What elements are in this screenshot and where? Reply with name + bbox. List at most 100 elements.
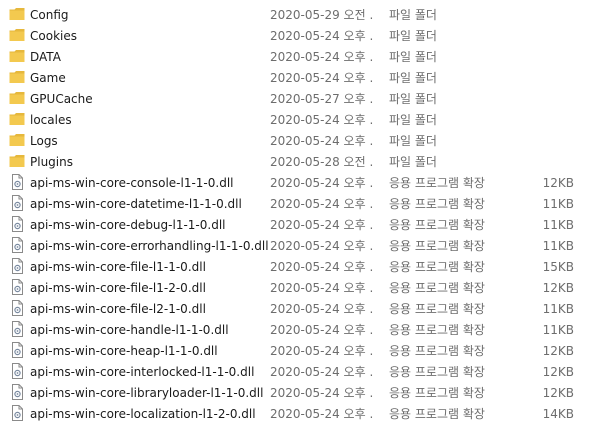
dll-file-icon — [9, 279, 25, 295]
file-name: Plugins — [30, 154, 73, 169]
file-type: 응용 프로그램 확장 — [389, 281, 485, 295]
file-type: 응용 프로그램 확장 — [389, 323, 485, 337]
file-type: 파일 폴더 — [389, 134, 437, 148]
file-name: Logs — [30, 133, 58, 148]
file-size: 12KB — [542, 175, 574, 190]
file-name: Config — [30, 7, 69, 22]
modified-date: 2020-05-24 오후 ... — [270, 407, 374, 421]
file-size: 11KB — [542, 301, 574, 316]
file-size: 12KB — [542, 385, 574, 400]
file-type: 파일 폴더 — [389, 50, 437, 64]
file-type: 응용 프로그램 확장 — [389, 176, 485, 190]
file-size: 12KB — [542, 280, 574, 295]
dll-file-icon — [9, 405, 25, 421]
file-type: 파일 폴더 — [389, 71, 437, 85]
file-row[interactable]: api-ms-win-core-file-l2-1-0.dll 2020-05-2… — [0, 298, 616, 319]
file-row[interactable]: api-ms-win-core-datetime-l1-1-0.dll 2020-… — [0, 193, 616, 214]
modified-date: 2020-05-29 오전 ... — [270, 8, 374, 22]
file-row[interactable]: api-ms-win-core-localization-l1-2-0.dll 2… — [0, 403, 616, 424]
file-row[interactable]: api-ms-win-core-handle-l1-1-0.dll 2020-05… — [0, 319, 616, 340]
file-name: api-ms-win-core-file-l1-1-0.dll — [30, 259, 206, 274]
modified-date: 2020-05-24 오후 ... — [270, 386, 374, 400]
folder-row[interactable]: Game 2020-05-24 오후 ... 파일 폴더 — [0, 67, 616, 88]
file-name: api-ms-win-core-debug-l1-1-0.dll — [30, 217, 226, 232]
file-type: 파일 폴더 — [389, 29, 437, 43]
file-size: 12KB — [542, 364, 574, 379]
dll-file-icon — [9, 237, 25, 253]
file-row[interactable]: api-ms-win-core-file-l1-2-0.dll 2020-05-2… — [0, 277, 616, 298]
file-size: 11KB — [542, 322, 574, 337]
file-size: 11KB — [542, 238, 574, 253]
file-row[interactable]: api-ms-win-core-libraryloader-l1-1-0.dll… — [0, 382, 616, 403]
folder-row[interactable]: Logs 2020-05-24 오후 ... 파일 폴더 — [0, 130, 616, 151]
modified-date: 2020-05-24 오후 ... — [270, 134, 374, 148]
modified-date: 2020-05-24 오후 ... — [270, 71, 374, 85]
file-size: 11KB — [542, 196, 574, 211]
modified-date: 2020-05-24 오후 ... — [270, 176, 374, 190]
modified-date: 2020-05-24 오후 ... — [270, 260, 374, 274]
file-name: api-ms-win-core-datetime-l1-1-0.dll — [30, 196, 242, 211]
modified-date: 2020-05-24 오후 ... — [270, 302, 374, 316]
folder-icon — [9, 154, 25, 168]
folder-row[interactable]: DATA 2020-05-24 오후 ... 파일 폴더 — [0, 46, 616, 67]
file-size: 14KB — [542, 406, 574, 421]
file-row[interactable]: api-ms-win-core-debug-l1-1-0.dll 2020-05-… — [0, 214, 616, 235]
file-name: api-ms-win-core-file-l1-2-0.dll — [30, 280, 206, 295]
file-type: 응용 프로그램 확장 — [389, 386, 485, 400]
file-name: GPUCache — [30, 91, 93, 106]
folder-icon — [9, 112, 25, 126]
dll-file-icon — [9, 258, 25, 274]
file-size: 12KB — [542, 343, 574, 358]
modified-date: 2020-05-28 오전 ... — [270, 155, 374, 169]
dll-file-icon — [9, 300, 25, 316]
file-type: 응용 프로그램 확장 — [389, 407, 485, 421]
folder-row[interactable]: locales 2020-05-24 오후 ... 파일 폴더 — [0, 109, 616, 130]
file-row[interactable]: api-ms-win-core-console-l1-1-0.dll 2020-0… — [0, 172, 616, 193]
folder-icon — [9, 91, 25, 105]
modified-date: 2020-05-24 오후 ... — [270, 113, 374, 127]
file-name: api-ms-win-core-console-l1-1-0.dll — [30, 175, 234, 190]
folder-row[interactable]: Plugins 2020-05-28 오전 ... 파일 폴더 — [0, 151, 616, 172]
file-list: Config 2020-05-29 오전 ... 파일 폴더 Cookies 2020-… — [0, 0, 616, 429]
file-type: 응용 프로그램 확장 — [389, 239, 485, 253]
file-name: api-ms-win-core-file-l2-1-0.dll — [30, 301, 206, 316]
file-name: Game — [30, 70, 66, 85]
file-size: 15KB — [542, 259, 574, 274]
file-row[interactable]: api-ms-win-core-interlocked-l1-1-0.dll 20… — [0, 361, 616, 382]
modified-date: 2020-05-24 오후 ... — [270, 239, 374, 253]
file-name: locales — [30, 112, 72, 127]
file-type: 응용 프로그램 확장 — [389, 365, 485, 379]
file-type: 응용 프로그램 확장 — [389, 260, 485, 274]
file-name: Cookies — [30, 28, 77, 43]
file-type: 파일 폴더 — [389, 92, 437, 106]
modified-date: 2020-05-24 오후 ... — [270, 197, 374, 211]
modified-date: 2020-05-24 오후 ... — [270, 29, 374, 43]
file-name: api-ms-win-core-libraryloader-l1-1-0.dll — [30, 385, 264, 400]
dll-file-icon — [9, 342, 25, 358]
modified-date: 2020-05-24 오후 ... — [270, 281, 374, 295]
file-size: 11KB — [542, 217, 574, 232]
folder-icon — [9, 70, 25, 84]
modified-date: 2020-05-24 오후 ... — [270, 365, 374, 379]
dll-file-icon — [9, 216, 25, 232]
folder-row[interactable]: GPUCache 2020-05-27 오후 ... 파일 폴더 — [0, 88, 616, 109]
file-name: DATA — [30, 49, 61, 64]
file-type: 파일 폴더 — [389, 113, 437, 127]
file-row[interactable]: api-ms-win-core-errorhandling-l1-1-0.dll… — [0, 235, 616, 256]
file-name: api-ms-win-core-interlocked-l1-1-0.dll — [30, 364, 255, 379]
file-type: 응용 프로그램 확장 — [389, 302, 485, 316]
modified-date: 2020-05-24 오후 ... — [270, 218, 374, 232]
dll-file-icon — [9, 174, 25, 190]
dll-file-icon — [9, 195, 25, 211]
folder-icon — [9, 133, 25, 147]
file-row[interactable]: api-ms-win-core-file-l1-1-0.dll 2020-05-2… — [0, 256, 616, 277]
folder-icon — [9, 7, 25, 21]
folder-icon — [9, 49, 25, 63]
file-name: api-ms-win-core-localization-l1-2-0.dll — [30, 406, 256, 421]
file-row[interactable]: api-ms-win-core-heap-l1-1-0.dll 2020-05-2… — [0, 340, 616, 361]
folder-row[interactable]: Cookies 2020-05-24 오후 ... 파일 폴더 — [0, 25, 616, 46]
folder-row[interactable]: Config 2020-05-29 오전 ... 파일 폴더 — [0, 4, 616, 25]
file-type: 응용 프로그램 확장 — [389, 218, 485, 232]
modified-date: 2020-05-24 오후 ... — [270, 323, 374, 337]
folder-icon — [9, 28, 25, 42]
